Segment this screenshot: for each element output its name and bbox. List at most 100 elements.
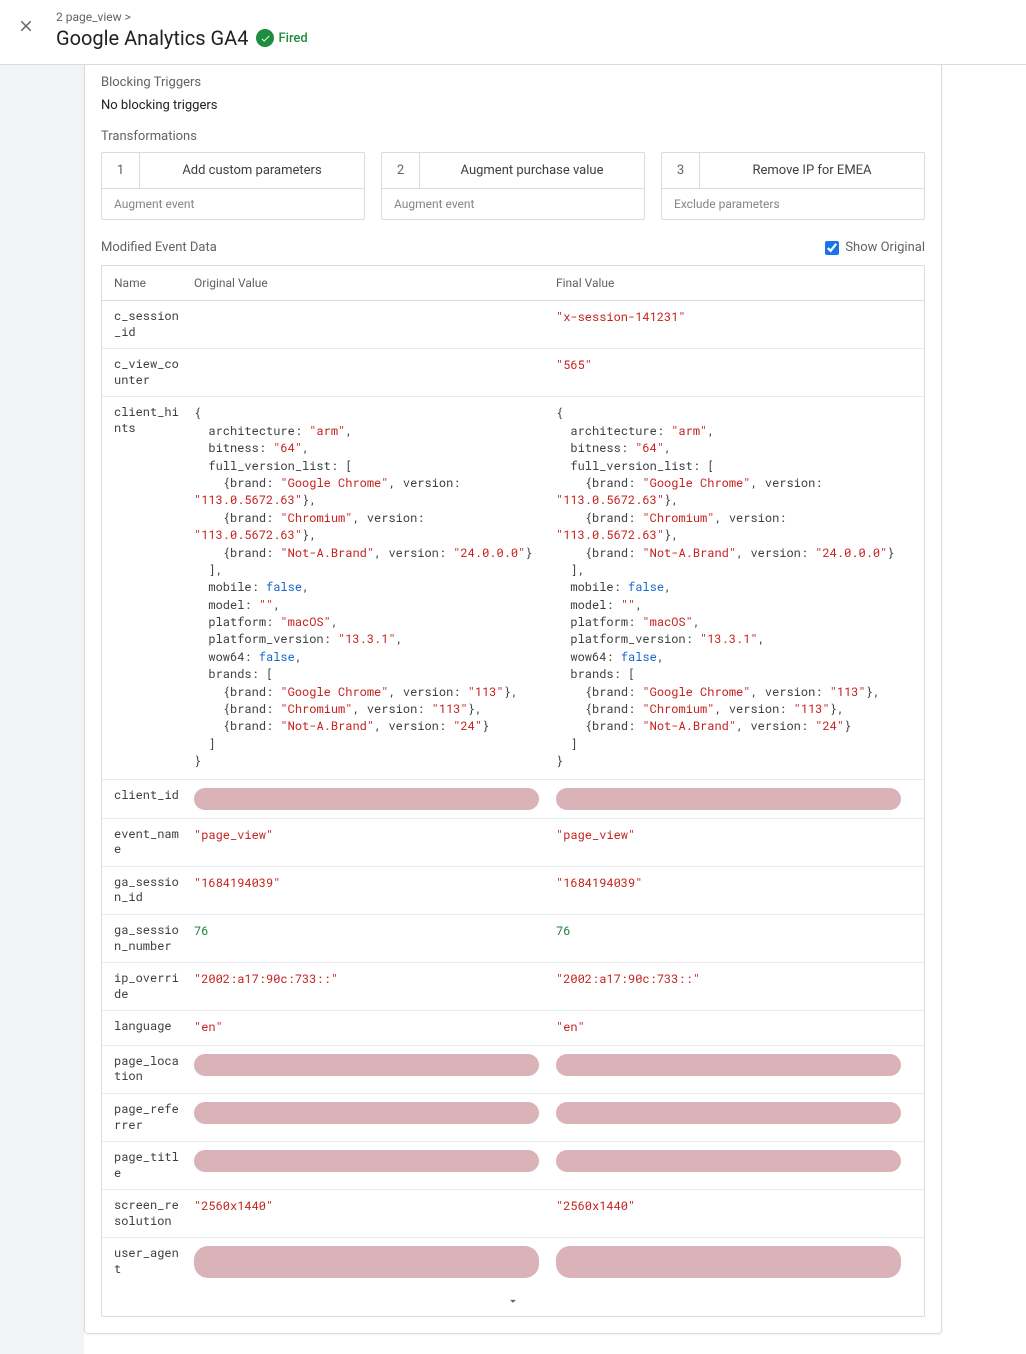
final-value: "565" xyxy=(550,357,912,374)
transformation-number: 2 xyxy=(382,153,420,188)
redacted-value xyxy=(194,1102,539,1124)
table-row: page_referrer xyxy=(102,1094,924,1142)
table-row: ip_override"2002:a17:90c:733::""2002:a17… xyxy=(102,963,924,1011)
page-title: Google Analytics GA4 xyxy=(56,26,248,50)
final-value xyxy=(550,1150,912,1172)
transformation-card-1[interactable]: 1 Add custom parameters Augment event xyxy=(101,152,365,220)
original-value xyxy=(190,1102,550,1124)
close-icon[interactable] xyxy=(16,16,36,36)
transformation-type: Augment event xyxy=(382,188,644,219)
redacted-value xyxy=(556,1102,901,1124)
original-value: { architecture: "arm", bitness: "64", fu… xyxy=(190,405,550,770)
transformation-card-3[interactable]: 3 Remove IP for EMEA Exclude parameters xyxy=(661,152,925,220)
table-row: c_view_counter "565" xyxy=(102,349,924,397)
show-original-toggle[interactable]: Show Original xyxy=(825,240,925,255)
param-name: user_agent xyxy=(114,1246,190,1277)
param-name: c_session_id xyxy=(114,309,190,340)
final-value: "2002:a17:90c:733::" xyxy=(550,971,912,988)
original-value xyxy=(190,1054,550,1076)
table-row: screen_resolution"2560x1440""2560x1440" xyxy=(102,1190,924,1238)
original-value: "1684194039" xyxy=(190,875,550,892)
show-original-label: Show Original xyxy=(845,240,925,255)
col-header-final: Final Value xyxy=(550,276,912,290)
redacted-value xyxy=(194,1054,539,1076)
param-name: ga_session_number xyxy=(114,923,190,954)
final-value: "page_view" xyxy=(550,827,912,844)
details-panel: Blocking Triggers No blocking triggers T… xyxy=(84,65,942,1334)
final-value: "x-session-141231" xyxy=(550,309,912,326)
param-name: screen_resolution xyxy=(114,1198,190,1229)
original-value xyxy=(190,788,550,810)
table-row: user_agent xyxy=(102,1238,924,1286)
fired-text: Fired xyxy=(278,31,307,46)
table-row: ga_session_number7676 xyxy=(102,915,924,963)
chevron-down-icon xyxy=(506,1294,520,1308)
redacted-value xyxy=(194,1150,539,1172)
param-name: ip_override xyxy=(114,971,190,1002)
transformation-type: Augment event xyxy=(102,188,364,219)
redacted-value xyxy=(556,788,901,810)
transformations-title: Transformations xyxy=(101,129,925,144)
original-value: "page_view" xyxy=(190,827,550,844)
final-value: "en" xyxy=(550,1019,912,1036)
param-name: language xyxy=(114,1019,190,1035)
transformation-name: Add custom parameters xyxy=(140,153,364,188)
original-value: "en" xyxy=(190,1019,550,1036)
redacted-value xyxy=(556,1246,901,1278)
final-value xyxy=(550,1054,912,1076)
param-name: client_hints xyxy=(114,405,190,436)
table-row: c_session_id "x-session-141231" xyxy=(102,301,924,349)
redacted-value xyxy=(556,1150,901,1172)
blocking-text: No blocking triggers xyxy=(101,98,925,113)
table-header: Name Original Value Final Value xyxy=(102,266,924,301)
final-value: "1684194039" xyxy=(550,875,912,892)
breadcrumb[interactable]: 2 page_view > xyxy=(56,10,308,24)
param-name: page_referrer xyxy=(114,1102,190,1133)
transformations-row: 1 Add custom parameters Augment event 2 … xyxy=(101,152,925,220)
transformation-name: Remove IP for EMEA xyxy=(700,153,924,188)
original-value: 76 xyxy=(190,923,550,940)
check-icon xyxy=(256,29,274,47)
original-value xyxy=(190,1150,550,1172)
blocking-title: Blocking Triggers xyxy=(101,75,925,90)
table-row: client_id xyxy=(102,780,924,819)
param-name: client_id xyxy=(114,788,190,804)
transformation-name: Augment purchase value xyxy=(420,153,644,188)
transformation-number: 3 xyxy=(662,153,700,188)
redacted-value xyxy=(194,788,539,810)
modified-event-title: Modified Event Data xyxy=(101,240,217,255)
header-bar: 2 page_view > Google Analytics GA4 Fired xyxy=(0,0,1026,65)
table-row: language"en""en" xyxy=(102,1011,924,1045)
final-value: 76 xyxy=(550,923,912,940)
event-data-table: Name Original Value Final Value c_sessio… xyxy=(101,265,925,1317)
final-value: "2560x1440" xyxy=(550,1198,912,1215)
final-value xyxy=(550,1246,912,1278)
fired-badge: Fired xyxy=(256,29,307,47)
param-name: ga_session_id xyxy=(114,875,190,906)
transformation-number: 1 xyxy=(102,153,140,188)
redacted-value xyxy=(194,1246,539,1278)
expand-button[interactable] xyxy=(102,1286,924,1316)
final-value xyxy=(550,788,912,810)
final-value: { architecture: "arm", bitness: "64", fu… xyxy=(550,405,912,770)
original-value xyxy=(190,1246,550,1278)
table-row: event_name"page_view""page_view" xyxy=(102,819,924,867)
transformation-type: Exclude parameters xyxy=(662,188,924,219)
final-value xyxy=(550,1102,912,1124)
table-row: client_hints{ architecture: "arm", bitne… xyxy=(102,397,924,779)
redacted-value xyxy=(556,1054,901,1076)
param-name: page_title xyxy=(114,1150,190,1181)
original-value: "2560x1440" xyxy=(190,1198,550,1215)
transformation-card-2[interactable]: 2 Augment purchase value Augment event xyxy=(381,152,645,220)
header-titles: 2 page_view > Google Analytics GA4 Fired xyxy=(56,10,308,50)
param-name: c_view_counter xyxy=(114,357,190,388)
show-original-checkbox[interactable] xyxy=(825,241,839,255)
table-row: page_title xyxy=(102,1142,924,1190)
col-header-original: Original Value xyxy=(190,276,550,290)
table-row: ga_session_id"1684194039""1684194039" xyxy=(102,867,924,915)
original-value: "2002:a17:90c:733::" xyxy=(190,971,550,988)
param-name: page_location xyxy=(114,1054,190,1085)
param-name: event_name xyxy=(114,827,190,858)
table-row: page_location xyxy=(102,1046,924,1094)
col-header-name: Name xyxy=(114,276,190,290)
